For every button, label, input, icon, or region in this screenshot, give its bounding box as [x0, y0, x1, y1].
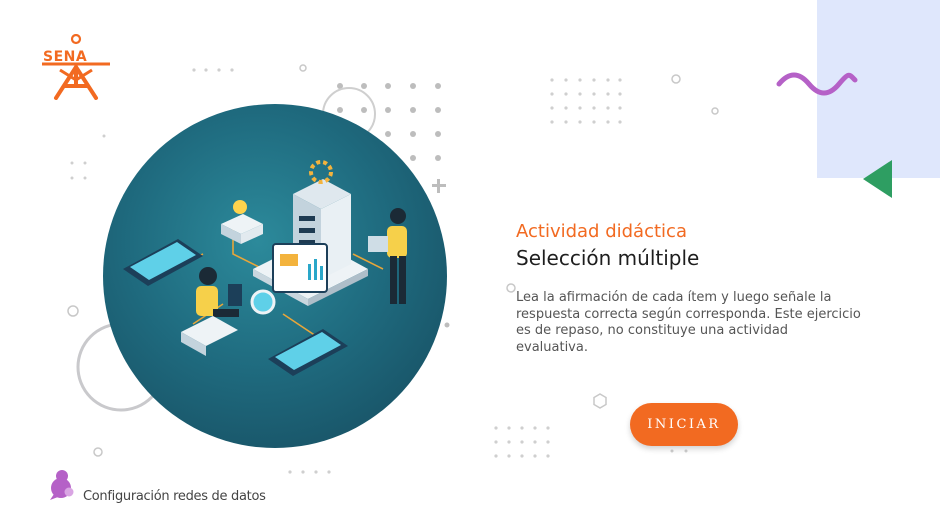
logo-text: SENA	[43, 49, 88, 65]
start-button[interactable]: INICIAR	[630, 403, 738, 446]
hero-illustration	[103, 104, 447, 448]
person-standing	[368, 208, 407, 304]
phone-left	[123, 239, 203, 286]
plus-icon	[432, 179, 446, 193]
triangle-icon	[863, 160, 892, 198]
person-sitting	[181, 267, 242, 356]
sena-logo: SENA	[40, 34, 112, 100]
activity-type-title: Selección múltiple	[516, 246, 700, 270]
lightbulb	[221, 200, 263, 244]
puzzle-icon	[50, 470, 74, 500]
phone-bottom	[268, 329, 348, 376]
monitor	[272, 243, 328, 293]
activity-kicker: Actividad didáctica	[516, 221, 687, 242]
wave-icon	[776, 72, 858, 96]
activity-description: Lea la afirmación de cada ítem y luego s…	[516, 290, 861, 355]
course-name: Configuración redes de datos	[83, 489, 266, 504]
